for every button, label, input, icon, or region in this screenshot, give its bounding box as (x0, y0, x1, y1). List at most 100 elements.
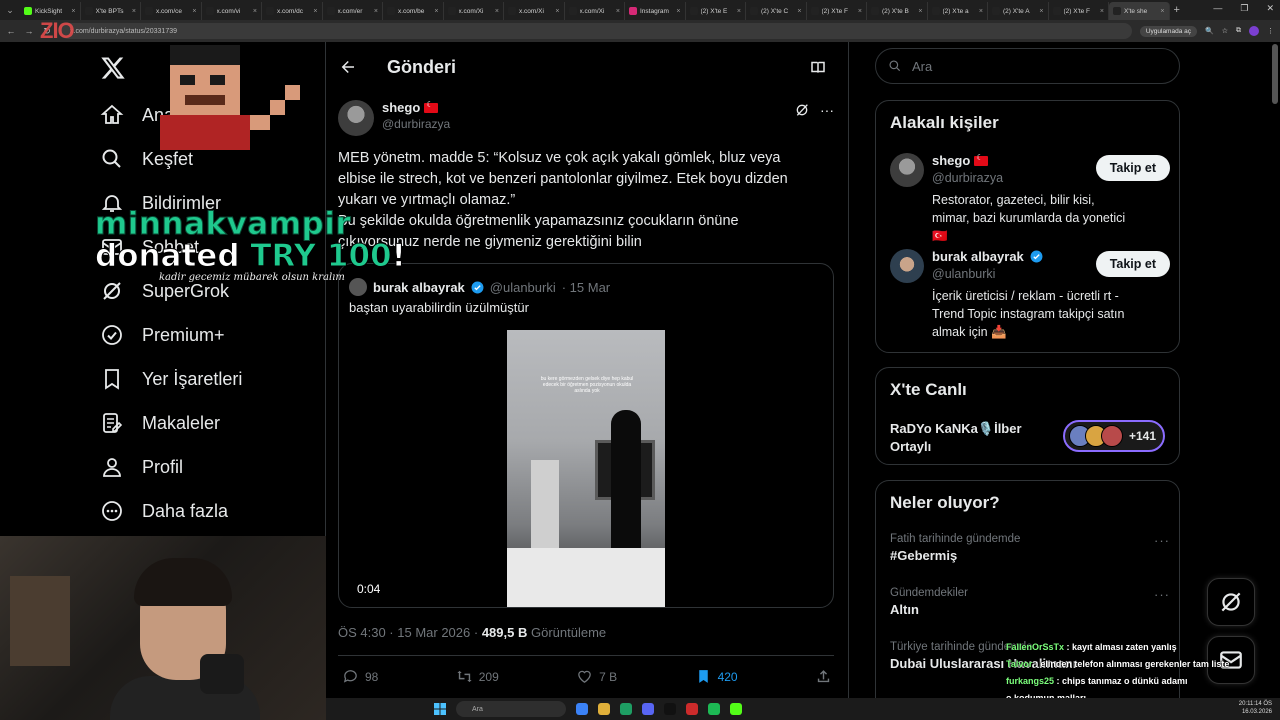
forward-button[interactable]: → (24, 26, 34, 36)
browser-tab[interactable]: x.com/er × (323, 2, 383, 20)
tab-close-icon[interactable]: × (676, 8, 680, 15)
steam-icon[interactable] (664, 703, 676, 715)
browser-tab[interactable]: x.com/Xi × (565, 2, 625, 20)
browser-tab[interactable]: (2) X'te B × (867, 2, 928, 20)
url-field[interactable]: x.com/durbirazya/status/20331739 (60, 23, 1132, 39)
quoted-author-handle[interactable]: @ulanburki (490, 280, 556, 295)
taskbar-clock[interactable]: 20:11:14 ÖS 16.03.2026 (1239, 700, 1272, 716)
folder-icon[interactable] (598, 703, 610, 715)
new-tab-button[interactable]: + (1174, 4, 1180, 16)
browser-tab[interactable]: (2) X'te F × (1049, 2, 1109, 20)
tab-close-icon[interactable]: × (1100, 8, 1104, 15)
browser-tab[interactable]: (2) X'te F × (807, 2, 867, 20)
browser-tab[interactable]: x.com/be × (383, 2, 444, 20)
browser-tab[interactable]: x.com/dc × (262, 2, 323, 20)
close-window-button[interactable]: ✕ (1266, 3, 1274, 14)
star-icon[interactable]: ☆ (1222, 27, 1228, 35)
chrome-icon[interactable] (620, 703, 632, 715)
browser-tab[interactable]: (2) X'te A × (988, 2, 1049, 20)
nav-item-explore[interactable]: Keşfet (100, 147, 193, 171)
quoted-post[interactable]: burak albayrak @ulanburki · 15 Mar başta… (338, 263, 834, 608)
bookmark-button[interactable]: 420 (695, 668, 738, 685)
nav-item-profile[interactable]: Profil (100, 455, 183, 479)
nav-item-articles[interactable]: Makaleler (100, 411, 220, 435)
author-name[interactable]: shego (382, 100, 420, 115)
share-button[interactable] (815, 668, 832, 685)
maximize-button[interactable]: ❐ (1240, 3, 1248, 14)
reply-button[interactable]: 98 (342, 668, 378, 685)
related-person[interactable]: shego @durbirazya Restorator, gazeteci, … (890, 153, 1170, 243)
person-handle[interactable]: @ulanburki (932, 267, 995, 281)
nav-item-bookmarks[interactable]: Yer İşaretleri (100, 367, 242, 391)
person-avatar[interactable] (890, 153, 924, 187)
author-avatar[interactable] (338, 100, 374, 136)
zoom-icon[interactable]: 🔍 (1205, 27, 1214, 35)
browser-tab[interactable]: x.com/vi × (202, 2, 262, 20)
browser-tab[interactable]: x.com/Xi × (444, 2, 504, 20)
tab-close-icon[interactable]: × (132, 8, 136, 15)
more-options-icon[interactable]: ··· (820, 102, 834, 118)
tab-close-icon[interactable]: × (434, 8, 438, 15)
trend-more-icon[interactable]: ··· (1154, 587, 1170, 602)
taskbar-search[interactable]: Ara (456, 701, 566, 717)
trend-item[interactable]: Gündemdekiler Altın ··· (890, 587, 1170, 617)
minimize-button[interactable]: — (1213, 3, 1222, 14)
browser-tab[interactable]: Instagram × (625, 2, 686, 20)
tab-close-icon[interactable]: × (918, 8, 922, 15)
tab-close-icon[interactable]: × (979, 8, 983, 15)
open-in-app-button[interactable]: Uygulamada aç (1139, 25, 1197, 37)
tab-close-icon[interactable]: × (737, 8, 741, 15)
follow-button[interactable]: Takip et (1095, 155, 1170, 181)
kick-icon[interactable] (730, 703, 742, 715)
search-input[interactable]: Ara (875, 48, 1180, 84)
browser-tab[interactable]: (2) X'te a × (928, 2, 988, 20)
person-handle[interactable]: @durbirazya (932, 171, 1003, 185)
tab-close-icon[interactable]: × (1039, 8, 1043, 15)
browser-tab[interactable]: x.com/Xi × (504, 2, 565, 20)
menu-icon[interactable]: ⋮ (1267, 27, 1274, 35)
person-avatar[interactable] (890, 249, 924, 283)
grok-fab-button[interactable] (1207, 578, 1255, 626)
app-icon[interactable] (686, 703, 698, 715)
person-name[interactable]: shego (932, 153, 970, 168)
trend-item[interactable]: Fatih tarihinde gündemde #Gebermiş ··· (890, 533, 1170, 563)
browser-tab[interactable]: (2) X'te E × (686, 2, 746, 20)
post-author[interactable]: shego @durbirazya (338, 100, 450, 136)
tab-close-icon[interactable]: × (858, 8, 862, 15)
tab-close-icon[interactable]: × (555, 8, 559, 15)
trend-more-icon[interactable]: ··· (1154, 533, 1170, 548)
related-person[interactable]: burak albayrak @ulanburki İçerik üretici… (890, 249, 1170, 345)
tab-close-icon[interactable]: × (1160, 8, 1164, 15)
back-button[interactable]: ← (6, 26, 16, 36)
back-arrow-icon[interactable] (339, 58, 357, 76)
file-explorer-icon[interactable] (576, 703, 588, 715)
tab-close-icon[interactable]: × (71, 8, 75, 15)
tab-search-button[interactable]: ⌄ (0, 0, 20, 20)
tab-close-icon[interactable]: × (797, 8, 801, 15)
page-scrollbar[interactable] (1272, 44, 1278, 104)
browser-tab[interactable]: x.com/ce × (141, 2, 202, 20)
x-logo-icon[interactable] (100, 55, 126, 81)
tab-close-icon[interactable]: × (495, 8, 499, 15)
windows-start-icon[interactable] (434, 703, 446, 715)
follow-button[interactable]: Takip et (1095, 251, 1170, 277)
like-button[interactable]: 7 B (576, 668, 617, 685)
video-player[interactable]: bu kere görmezden gelsek diye hep kabul … (507, 330, 665, 607)
reader-mode-icon[interactable] (809, 58, 827, 76)
repost-button[interactable]: 209 (456, 668, 499, 685)
spotify-icon[interactable] (708, 703, 720, 715)
tab-close-icon[interactable]: × (192, 8, 196, 15)
person-name[interactable]: burak albayrak (932, 249, 1024, 264)
tab-close-icon[interactable]: × (616, 8, 620, 15)
tab-close-icon[interactable]: × (253, 8, 257, 15)
post-time[interactable]: ÖS 4:30 · 15 Mar 2026 · (338, 625, 478, 640)
nav-item-more[interactable]: Daha fazla (100, 499, 228, 523)
author-handle[interactable]: @durbirazya (382, 117, 450, 131)
discord-icon[interactable] (642, 703, 654, 715)
grok-icon[interactable] (794, 102, 810, 118)
tab-close-icon[interactable]: × (313, 8, 317, 15)
browser-tab[interactable]: (2) X'te C × (746, 2, 807, 20)
live-space-name[interactable]: RaDYo KaNKa🎙️İlber Ortaylı (890, 420, 1050, 456)
browser-tab[interactable]: X'te she × (1109, 2, 1170, 20)
nav-item-premium[interactable]: Premium+ (100, 323, 225, 347)
